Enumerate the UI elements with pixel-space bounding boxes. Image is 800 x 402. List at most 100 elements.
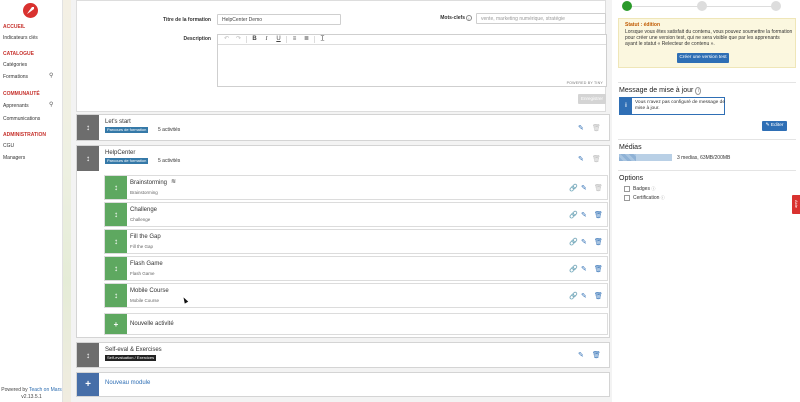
undo-icon[interactable]: ↶ — [221, 35, 232, 44]
plus-icon[interactable]: + — [105, 314, 127, 334]
sidebar-heading-communaute: COMMUNAUTÉ — [3, 91, 40, 97]
footer-brand-link[interactable]: Teach on Mars — [29, 387, 62, 393]
decorative-backdrop — [63, 0, 71, 402]
clear-format-icon[interactable]: T̲ — [317, 35, 328, 44]
update-message-title-text: Message de mise à jour — [619, 87, 694, 94]
app-logo[interactable] — [23, 3, 38, 18]
drag-handle-icon[interactable]: ↕ — [105, 257, 127, 280]
edit-label: Editer — [770, 123, 784, 128]
new-module-button[interactable]: + Nouveau module — [76, 372, 610, 397]
save-button[interactable]: Enregistrer — [578, 94, 606, 104]
editor-toolbar: ↶ ↷ B I U ≡ ≣ T̲ — [218, 35, 606, 45]
drag-handle-icon[interactable]: ↕ — [77, 146, 99, 171]
activity-subtitle: Flash Game — [130, 271, 155, 276]
redo-icon[interactable]: ↷ — [233, 35, 244, 44]
info-icon[interactable]: i — [466, 15, 472, 21]
activity-row[interactable]: ↕ Brainstorming Brainstorming ≋ 🔗 ✎ 🗑 — [104, 175, 608, 200]
edit-icon[interactable]: ✎ — [578, 351, 584, 359]
certification-label: Certification ⓘ — [633, 195, 665, 201]
underline-icon[interactable]: U — [273, 35, 284, 44]
edit-icon[interactable]: ✎ — [581, 211, 587, 219]
search-icon[interactable]: ⚲ — [49, 72, 53, 79]
trash-icon[interactable]: 🗑 — [594, 211, 603, 219]
sidebar-heading-catalogue: CATALOGUE — [3, 51, 34, 57]
search-icon[interactable]: ⚲ — [49, 101, 53, 108]
module-title: Let's start — [105, 119, 131, 125]
sidebar-item-categories[interactable]: Catégories — [3, 62, 27, 68]
create-test-version-button[interactable]: Créer une version test — [677, 53, 729, 63]
certification-label-text: Certification — [633, 195, 660, 201]
sidebar-item-cgu[interactable]: CGU — [3, 143, 14, 149]
media-usage-bar — [619, 154, 672, 161]
drag-handle-icon[interactable]: ↕ — [77, 343, 99, 367]
trash-icon[interactable]: 🗑 — [594, 184, 603, 192]
media-usage-text: 3 medias, 63MB/200MB — [677, 155, 731, 161]
activity-title: Flash Game — [130, 261, 163, 267]
info-icon[interactable]: ⓘ — [651, 186, 655, 191]
module-row-expanded[interactable]: ↕ HelpCenter Parcours de formation 5 act… — [76, 145, 610, 338]
new-activity-button[interactable]: + Nouvelle activité — [104, 313, 608, 335]
activity-row[interactable]: ↕ Mobile Course Mobile Course 🔗 ✎ 🗑 — [104, 283, 608, 308]
edit-icon[interactable]: ✎ — [581, 265, 587, 273]
edit-icon[interactable]: ✎ — [578, 155, 584, 163]
module-row[interactable]: ↕ Self-eval & Exercises Self-evaluation … — [76, 342, 610, 368]
divider — [618, 170, 796, 171]
formation-form: Titre de la formation HelpCenter Demo Mo… — [76, 0, 607, 112]
trash-icon[interactable]: 🗑 — [592, 155, 601, 163]
sidebar-item-communications[interactable]: Communications — [3, 116, 40, 122]
bold-icon[interactable]: B — [249, 35, 260, 44]
activity-row[interactable]: ↕ Fill the Gap Fill the Gap 🔗 ✎ 🗑 — [104, 229, 608, 254]
activity-subtitle: Mobile Course — [130, 298, 160, 303]
link-icon[interactable]: 🔗 — [569, 238, 578, 246]
trash-icon[interactable]: 🗑 — [594, 238, 603, 246]
trash-icon[interactable]: 🗑 — [594, 292, 603, 300]
numbered-list-icon[interactable]: ≣ — [301, 35, 312, 44]
trash-icon[interactable]: 🗑 — [592, 351, 601, 359]
plus-icon[interactable]: + — [77, 373, 99, 396]
activity-subtitle: Fill the Gap — [130, 244, 154, 249]
drag-handle-icon[interactable]: ↕ — [77, 115, 99, 140]
drag-handle-icon[interactable]: ↕ — [105, 284, 127, 307]
drag-handle-icon[interactable]: ↕ — [105, 176, 127, 199]
link-icon[interactable]: 🔗 — [569, 211, 578, 219]
module-title: Self-eval & Exercises — [105, 347, 162, 353]
right-panel: Statut : édition Lorsque vous êtes satis… — [612, 0, 800, 402]
divider — [618, 82, 796, 83]
link-icon[interactable]: 🔗 — [569, 292, 578, 300]
module-tag: Self-evaluation / Exercices — [105, 355, 157, 361]
sidebar-item-formations[interactable]: Formations — [3, 74, 28, 80]
edit-icon[interactable]: ✎ — [581, 238, 587, 246]
edit-icon[interactable]: ✎ — [581, 184, 587, 192]
certification-checkbox[interactable] — [624, 195, 630, 201]
activity-row[interactable]: ↕ Flash Game Flash Game 🔗 ✎ 🗑 — [104, 256, 608, 281]
toolbar-divider — [286, 36, 287, 43]
link-icon[interactable]: 🔗 — [569, 184, 578, 192]
link-icon[interactable]: 🔗 — [569, 265, 578, 273]
keywords-label: Mots-clefs — [440, 15, 465, 21]
sidebar-item-indicateurs[interactable]: Indicateurs clés — [3, 35, 38, 41]
activity-title: Fill the Gap — [130, 234, 161, 240]
badges-checkbox[interactable] — [624, 186, 630, 192]
step-published — [771, 1, 781, 11]
sidebar: ACCUEIL Indicateurs clés CATALOGUE Catég… — [0, 0, 63, 402]
italic-icon[interactable]: I — [261, 35, 272, 44]
help-tab[interactable]: Aide — [792, 195, 800, 214]
trash-icon[interactable]: 🗑 — [592, 124, 601, 132]
info-icon[interactable]: ⓘ — [661, 195, 665, 200]
keywords-input[interactable]: vente, marketing numérique, stratégie — [476, 13, 606, 24]
drag-handle-icon[interactable]: ↕ — [105, 203, 127, 226]
sidebar-item-apprenants[interactable]: Apprenants — [3, 103, 29, 109]
edit-message-button[interactable]: ✎ Editer — [762, 121, 787, 131]
media-usage-fill — [619, 154, 636, 161]
title-input[interactable]: HelpCenter Demo — [217, 14, 341, 25]
activity-row[interactable]: ↕ Challenge Challenge 🔗 ✎ 🗑 — [104, 202, 608, 227]
sidebar-item-managers[interactable]: Managers — [3, 155, 25, 161]
edit-icon[interactable]: ✎ — [581, 292, 587, 300]
description-editor[interactable]: ↶ ↷ B I U ≡ ≣ T̲ POWERED BY TINY — [217, 34, 607, 87]
module-row[interactable]: ↕ Let's start Parcours de formation 5 ac… — [76, 114, 610, 141]
drag-handle-icon[interactable]: ↕ — [105, 230, 127, 253]
info-icon[interactable]: i — [695, 87, 702, 95]
edit-icon[interactable]: ✎ — [578, 124, 584, 132]
bullet-list-icon[interactable]: ≡ — [289, 35, 300, 44]
trash-icon[interactable]: 🗑 — [594, 265, 603, 273]
